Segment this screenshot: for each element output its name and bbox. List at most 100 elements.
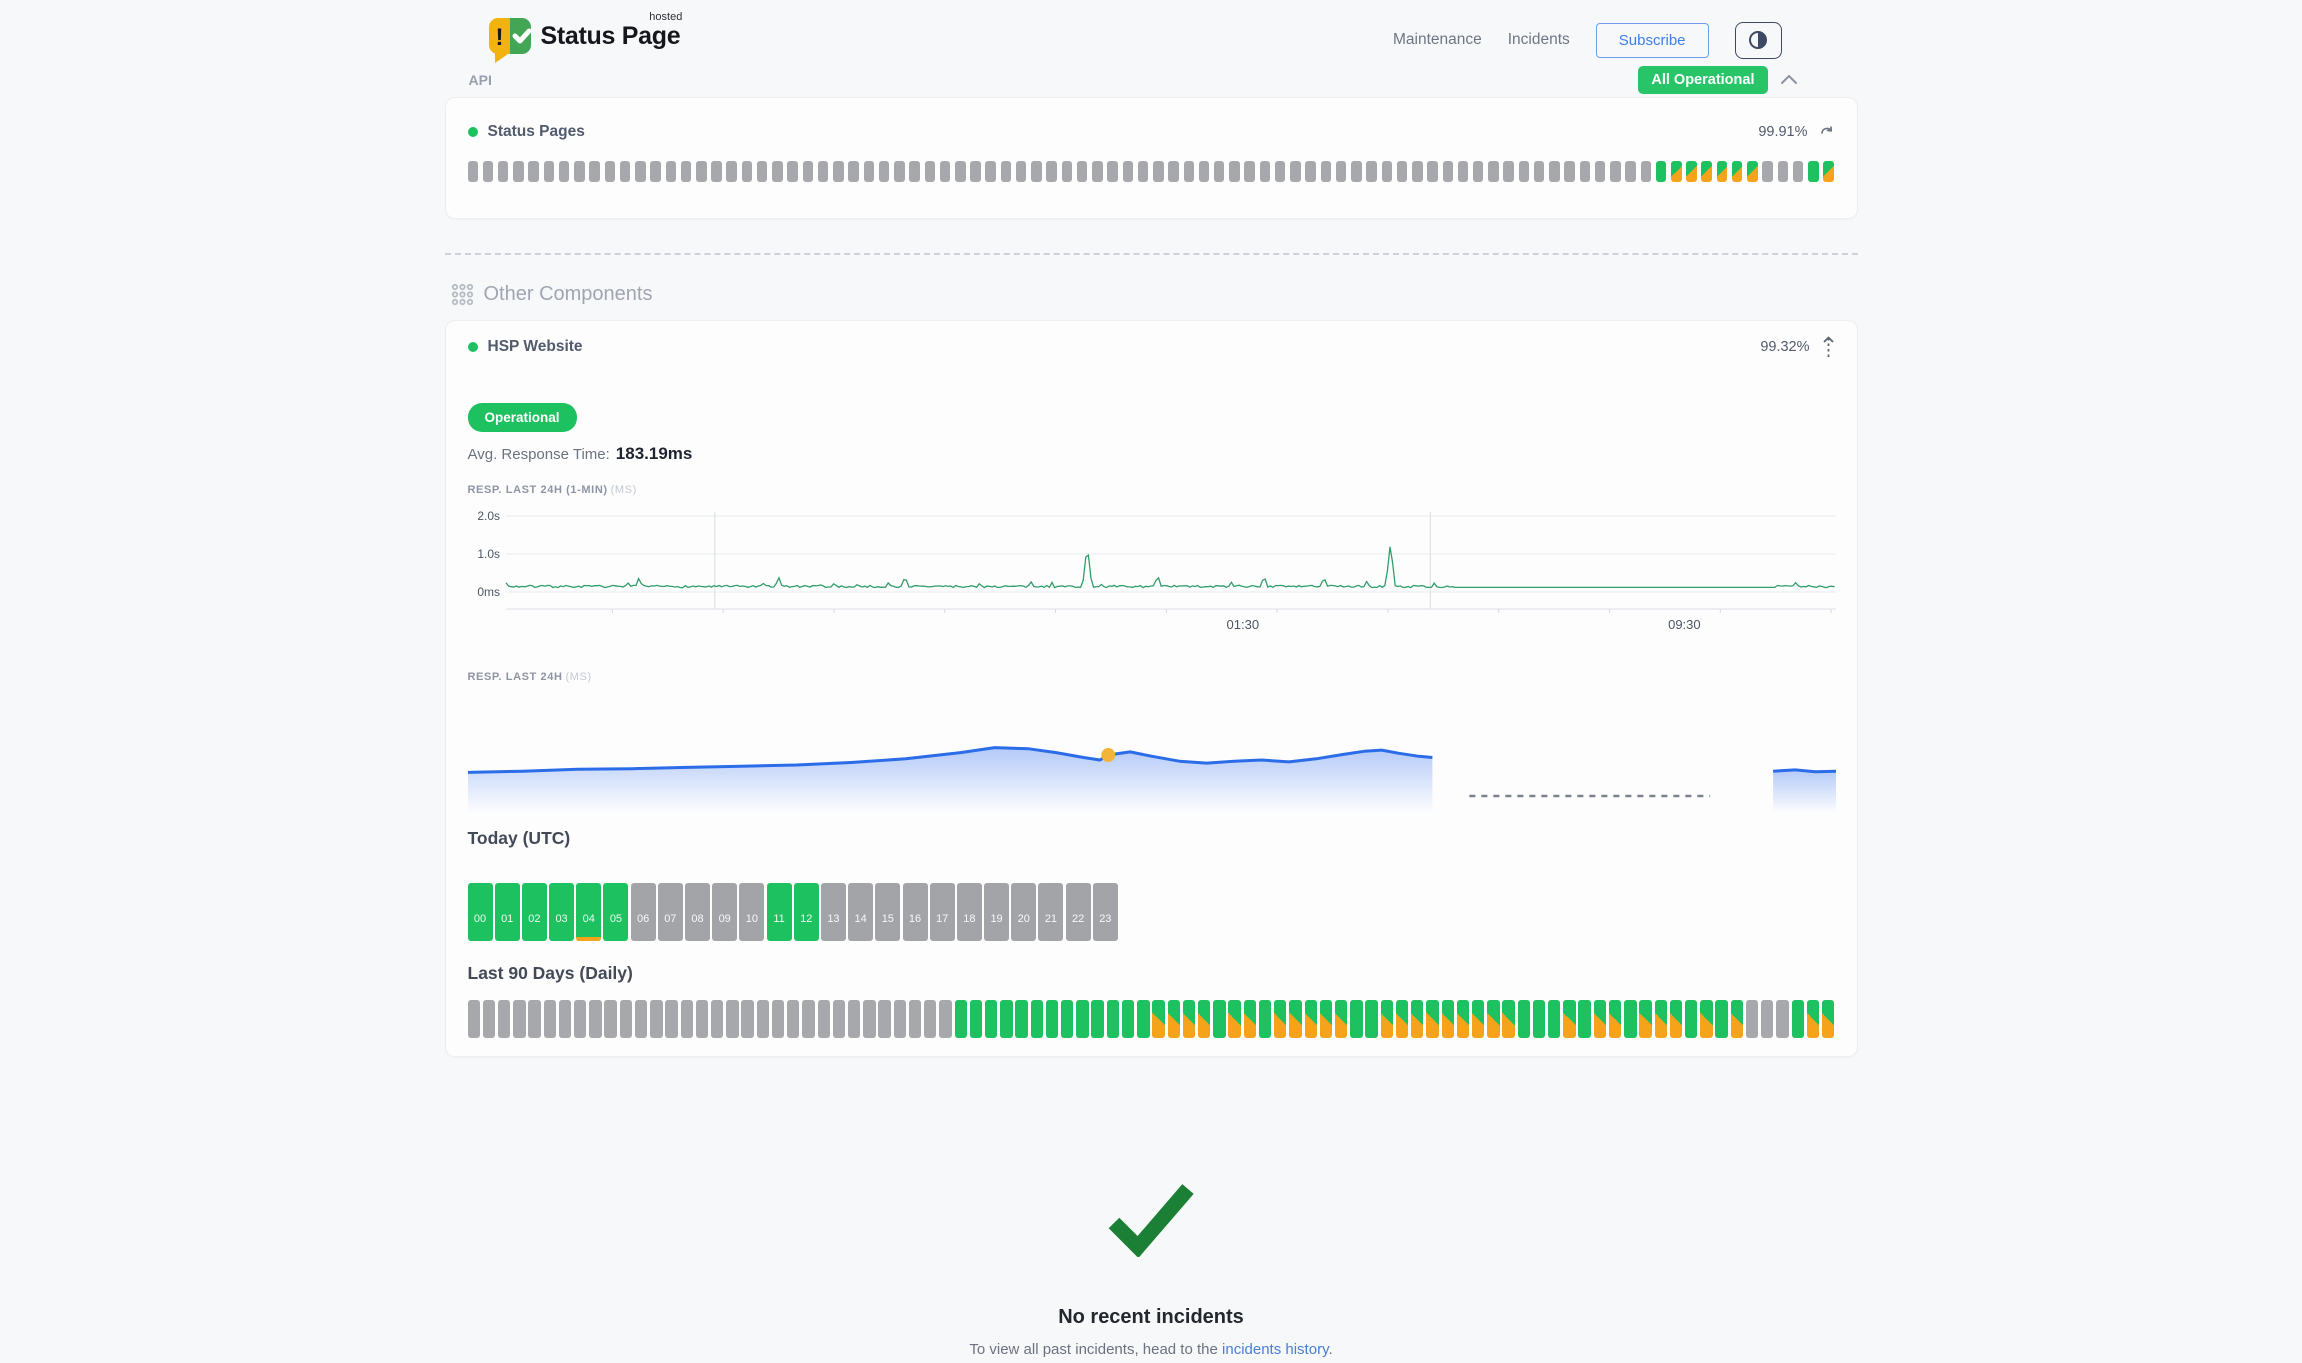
uptime-bar [1411,1000,1423,1038]
uptime-bar [1747,161,1758,182]
uptime-bar [1107,161,1118,182]
uptime-bar [864,161,875,182]
uptime-bar [1717,161,1728,182]
uptime-bar [726,1000,738,1038]
uptime-bar [650,161,661,182]
uptime-bar [1808,161,1819,182]
uptime-bar [1046,161,1057,182]
nav-maintenance[interactable]: Maintenance [1393,31,1482,49]
hour-box-10: 10 [739,883,764,941]
avg-response-label: Avg. Response Time: [468,446,610,463]
uptime-bar [483,1000,495,1038]
incidents-subtitle: To view all past incidents, head to the … [445,1341,1858,1358]
uptime-bar [498,161,509,182]
hour-box-13: 13 [821,883,846,941]
uptime-bar [1701,161,1712,182]
uptime-bar [1671,161,1682,182]
logo[interactable]: ! hosted Status Page [487,16,681,64]
uptime-bar [1731,1000,1743,1038]
uptime-percentage: 99.32% [1760,339,1809,355]
uptime-bar [1152,1000,1164,1038]
component-card-status-pages: Status Pages 99.91% [445,97,1858,219]
svg-text:09:30: 09:30 [1668,617,1701,632]
nav-incidents[interactable]: Incidents [1508,31,1570,49]
upload-arrow-icon [1822,336,1835,358]
uptime-bar [1335,1000,1347,1038]
status-page: ! hosted Status Page Maintenance Inciden… [445,0,1858,1358]
uptime-bar [498,1000,510,1038]
hour-box-03: 03 [549,883,574,941]
uptime-bar [1031,1000,1043,1038]
uptime-bar [1502,1000,1514,1038]
uptime-bar [787,161,798,182]
uptime-bar [711,161,722,182]
uptime-bar [1625,161,1636,182]
uptime-bar [1807,1000,1819,1038]
refresh-button[interactable] [1820,125,1835,139]
uptime-bar [970,1000,982,1038]
hour-box-06: 06 [631,883,656,941]
uptime-bar [1580,161,1591,182]
uptime-bar [940,161,951,182]
uptime-bar [1214,161,1225,182]
uptime-bar [848,161,859,182]
uptime-bar [1320,1000,1332,1038]
last90-title: Last 90 Days (Daily) [468,963,1835,984]
hour-box-19: 19 [984,883,1009,941]
hour-box-14: 14 [848,883,873,941]
uptime-bar [1397,161,1408,182]
uptime-bar [1076,1000,1088,1038]
uptime-bar [1443,161,1454,182]
no-incidents-title: No recent incidents [445,1306,1858,1329]
all-operational-badge[interactable]: All Operational [1638,66,1767,94]
uptime-bar [1457,1000,1469,1038]
uptime-bar [1137,1000,1149,1038]
uptime-bar [833,161,844,182]
uptime-bar [742,161,753,182]
uptime-bar [1503,161,1514,182]
operational-badge: Operational [468,403,577,432]
subscribe-button[interactable]: Subscribe [1596,23,1709,58]
uptime-bar [1228,1000,1240,1038]
check-icon [1108,1181,1194,1257]
uptime-bar [1442,1000,1454,1038]
uptime-bar [513,1000,525,1038]
uptime-bar [1656,161,1667,182]
avg-response-value: 183.19ms [616,444,693,463]
uptime-bar [483,161,494,182]
uptime-bar [924,1000,936,1038]
uptime-bar [1458,161,1469,182]
hour-box-09: 09 [712,883,737,941]
uptime-bar [1396,1000,1408,1038]
uptime-bar [939,1000,951,1038]
uptime-bar [1670,1000,1682,1038]
uptime-percentage: 99.91% [1758,124,1807,140]
component-name: HSP Website [488,338,583,356]
uptime-bar [1715,1000,1727,1038]
uptime-bar [833,1000,845,1038]
svg-text:1.0s: 1.0s [477,547,500,561]
uptime-bar [1061,1000,1073,1038]
uptime-bar [605,161,616,182]
uptime-bar [1016,161,1027,182]
incidents-history-link[interactable]: incidents history [1222,1341,1328,1358]
uptime-bar [1062,161,1073,182]
hour-box-01: 01 [495,883,520,941]
logo-title: Status Page [541,22,681,50]
status-page-logo-icon: ! [487,16,533,64]
hour-box-11: 11 [767,883,792,941]
uptime-bar [696,161,707,182]
uptime-bar [1259,1000,1271,1038]
uptime-bar [1351,161,1362,182]
chevron-up-icon[interactable] [1780,74,1798,86]
uptime-bar [726,161,737,182]
theme-toggle-button[interactable] [1735,22,1782,59]
incidents-footer: No recent incidents To view all past inc… [445,1181,1858,1358]
uptime-bar [1031,161,1042,182]
uptime-bar [955,1000,967,1038]
hour-box-18: 18 [957,883,982,941]
uptime-bar [1472,1000,1484,1038]
uptime-bar [1732,161,1743,182]
uptime-bar [711,1000,723,1038]
status-dot [468,342,478,352]
